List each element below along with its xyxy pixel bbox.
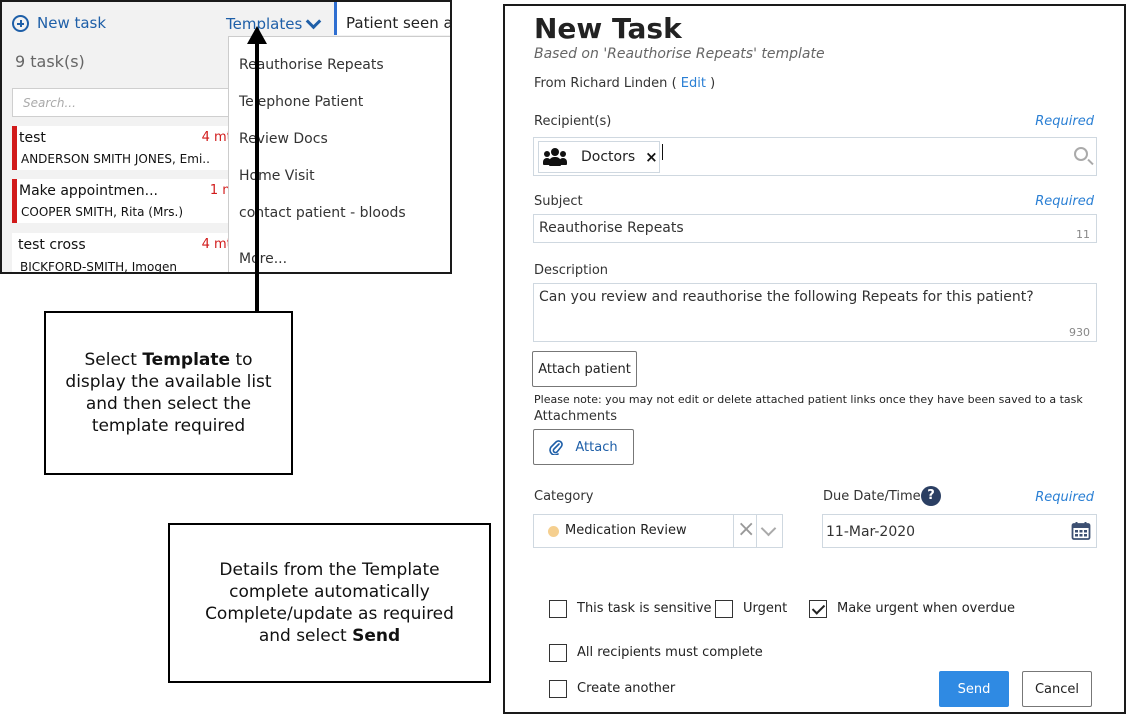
from-line: From Richard Linden ( Edit ) xyxy=(534,76,715,91)
callout-text-bold: Template xyxy=(142,350,231,370)
template-more-option[interactable]: More... xyxy=(239,251,287,267)
sensitive-checkbox[interactable] xyxy=(549,600,567,618)
attachments-label: Attachments xyxy=(534,409,617,424)
due-date-input[interactable]: 11-Mar-2020 xyxy=(822,514,1097,548)
templates-button[interactable]: Templates xyxy=(226,13,322,33)
task-name: Make appointmen... xyxy=(19,183,158,199)
description-textarea[interactable]: Can you review and reauthorise the follo… xyxy=(533,283,1097,342)
form-title: New Task xyxy=(534,12,682,45)
due-date-required: Required xyxy=(1035,490,1094,505)
callout-text-bold: Send xyxy=(352,626,401,646)
task-name: test xyxy=(19,130,46,146)
task-list-panel: New task Templates Patient seen a 9 task… xyxy=(0,0,452,274)
create-another-label: Create another xyxy=(577,681,676,696)
subject-input[interactable]: Reauthorise Repeats 11 xyxy=(533,214,1097,243)
recipient-chip: Doctors × xyxy=(538,141,660,173)
task-patient: ANDERSON SMITH JONES, Emi.. xyxy=(21,152,210,166)
search-icon[interactable] xyxy=(1074,147,1088,161)
form-subtitle: Based on 'Reauthorise Repeats' template xyxy=(534,46,825,62)
description-value: Can you review and reauthorise the follo… xyxy=(539,289,1034,305)
edit-link[interactable]: Edit xyxy=(681,76,706,91)
chevron-down-icon[interactable] xyxy=(760,520,777,537)
calendar-icon[interactable] xyxy=(1071,521,1091,541)
template-option[interactable]: Review Docs xyxy=(239,131,328,147)
description-char-counter: 930 xyxy=(1069,326,1090,339)
patient-seen-header[interactable]: Patient seen a xyxy=(334,2,450,35)
task-patient: COOPER SMITH, Rita (Mrs.) xyxy=(21,205,183,219)
callout-text: Select Template to display the available… xyxy=(46,349,291,437)
urgent-label: Urgent xyxy=(743,601,788,616)
urgent-marker xyxy=(12,179,17,223)
text-caret xyxy=(662,144,663,160)
cancel-button[interactable]: Cancel xyxy=(1022,671,1092,707)
urgent-checkbox[interactable] xyxy=(715,600,733,618)
template-option[interactable]: Home Visit xyxy=(239,168,315,184)
subject-required: Required xyxy=(1035,194,1094,209)
category-label: Category xyxy=(534,489,594,504)
attach-patient-button[interactable]: Attach patient xyxy=(532,351,637,387)
category-value: Medication Review xyxy=(565,523,687,538)
task-patient: BICKFORD-SMITH, Imogen xyxy=(20,260,177,274)
new-task-label: New task xyxy=(37,14,107,32)
from-text: From Richard Linden xyxy=(534,76,672,91)
pointer-arrow-head-icon xyxy=(247,26,267,44)
urgent-when-overdue-checkbox[interactable] xyxy=(809,600,827,618)
paperclip-icon xyxy=(549,440,564,455)
description-label: Description xyxy=(534,263,609,278)
task-search-input[interactable]: Search... xyxy=(12,88,252,117)
people-icon xyxy=(543,148,567,166)
sensitive-label: This task is sensitive xyxy=(577,601,712,616)
attach-patient-note: Please note: you may not edit or delete … xyxy=(534,393,1083,406)
all-recipients-checkbox[interactable] xyxy=(549,644,567,662)
attach-label: Attach xyxy=(575,439,618,455)
callout-select-template: Select Template to display the available… xyxy=(44,311,293,475)
create-another-checkbox[interactable] xyxy=(549,680,567,698)
help-icon[interactable]: ? xyxy=(921,486,941,506)
subject-char-counter: 11 xyxy=(1076,228,1090,241)
callout-text-part: Select xyxy=(84,350,143,370)
callout-text-part: Details from the Template complete autom… xyxy=(205,560,454,646)
subject-label: Subject xyxy=(534,194,583,209)
callout-text: Details from the Template complete autom… xyxy=(170,559,489,647)
category-divider xyxy=(733,515,734,547)
task-list-item[interactable]: test 4 mth ANDERSON SMITH JONES, Emi.. xyxy=(12,126,252,170)
subject-value: Reauthorise Repeats xyxy=(539,220,684,236)
close-icon[interactable]: × xyxy=(645,148,658,166)
pointer-arrow-line xyxy=(255,40,259,313)
task-count: 9 task(s) xyxy=(15,52,85,71)
task-list-item[interactable]: test cross 4 mth BICKFORD-SMITH, Imogen xyxy=(12,233,252,274)
templates-dropdown: Reauthorise Repeats Telephone Patient Re… xyxy=(228,36,450,272)
template-option[interactable]: Reauthorise Repeats xyxy=(239,57,384,73)
due-date-value: 11-Mar-2020 xyxy=(826,524,916,540)
category-select[interactable]: Medication Review × xyxy=(533,514,783,548)
urgent-marker xyxy=(12,126,17,170)
category-color-dot xyxy=(548,526,559,537)
task-name: test cross xyxy=(18,237,86,253)
recipient-chip-label: Doctors xyxy=(581,149,636,165)
attach-button[interactable]: Attach xyxy=(533,429,634,465)
recipients-field[interactable]: Doctors × xyxy=(533,137,1097,176)
plus-circle-icon xyxy=(12,14,29,32)
recipients-required: Required xyxy=(1035,114,1094,129)
due-date-label: Due Date/Time xyxy=(823,489,921,504)
edit-bracket: ) xyxy=(710,76,716,91)
recipients-label: Recipient(s) xyxy=(534,114,612,129)
category-divider xyxy=(756,515,757,547)
new-task-button[interactable]: New task xyxy=(12,14,106,32)
task-list-item[interactable]: Make appointmen... 1 mt COOPER SMITH, Ri… xyxy=(12,179,252,223)
edit-bracket: ( xyxy=(671,76,677,91)
template-option[interactable]: contact patient - bloods xyxy=(239,205,406,221)
clear-icon[interactable]: × xyxy=(737,517,755,542)
new-task-form: New Task Based on 'Reauthorise Repeats' … xyxy=(503,4,1126,714)
urgent-when-overdue-label: Make urgent when overdue xyxy=(837,601,1015,616)
all-recipients-label: All recipients must complete xyxy=(577,645,763,660)
chevron-down-icon xyxy=(305,13,322,30)
callout-complete-send: Details from the Template complete autom… xyxy=(168,523,491,683)
send-button[interactable]: Send xyxy=(939,671,1009,707)
